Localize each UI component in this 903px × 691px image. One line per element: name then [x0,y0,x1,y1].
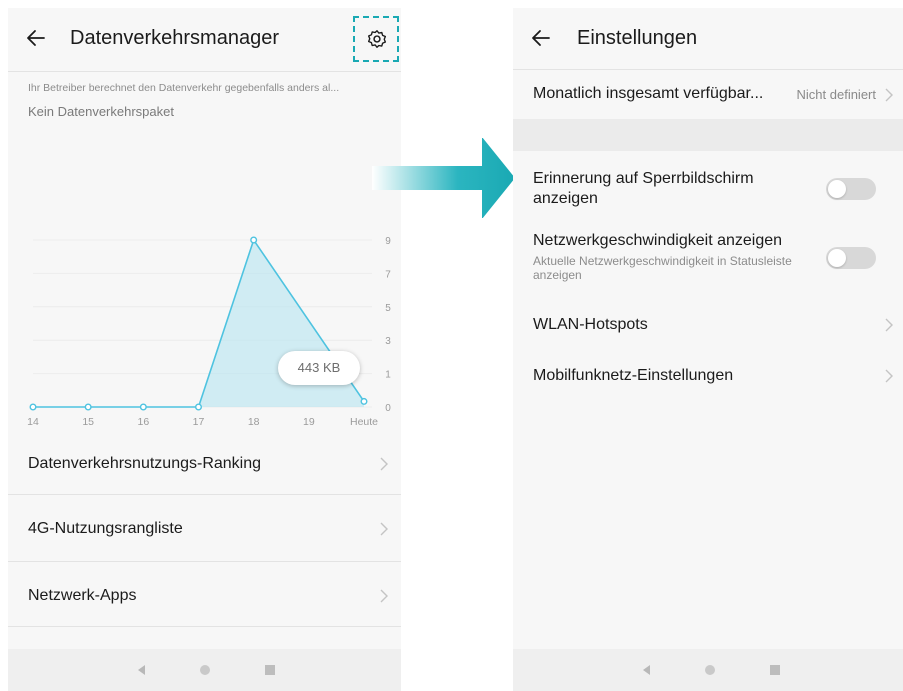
toggle-knob [828,180,846,198]
x-tick-label: 15 [82,416,94,428]
menu-item-label: 4G-Nutzungsrangliste [28,520,183,537]
network-speed-label: Netzwerkgeschwindigkeit anzeigen [533,232,783,249]
operator-note: Ihr Betreiber berechnet den Datenverkehr… [28,82,340,94]
lockscreen-reminder-label: Erinnerung auf Sperrbildschirm anzeigen [533,170,754,207]
chevron-right-icon [885,88,893,102]
y-tick-label: 0 [385,403,391,414]
lockscreen-reminder-row[interactable]: Erinnerung auf Sperrbildschirm anzeigen [513,151,903,226]
menu-item-ranking[interactable]: Datenverkehrsnutzungs-Ranking [8,432,401,494]
wlan-hotspots-row[interactable]: WLAN-Hotspots [513,301,903,351]
section-separator [513,119,903,151]
divider [8,71,401,72]
y-tick-label: 9 [385,236,391,247]
divider [8,626,401,627]
x-tick-label: 17 [193,416,205,428]
chart-point [84,403,92,411]
y-tick-label: 1 [385,370,391,381]
network-speed-toggle[interactable] [826,247,876,269]
chevron-right-icon [380,589,388,603]
mobile-network-settings-row[interactable]: Mobilfunknetz-Einstellungen [513,351,903,401]
nav-recent-icon[interactable] [265,665,275,675]
back-arrow-icon[interactable] [24,26,48,50]
settings-screen: Einstellungen Monatlich insgesamt verfüg… [513,8,903,691]
x-tick-label: 16 [137,416,149,428]
chart-point [194,403,202,411]
gear-icon [367,30,387,48]
chevron-right-icon [380,522,388,536]
mobile-network-settings-label: Mobilfunknetz-Einstellungen [533,367,734,384]
nav-back-icon[interactable] [643,665,650,675]
package-status: Kein Datenverkehrspaket [28,104,174,119]
menu-item-network-apps[interactable]: Netzwerk-Apps [8,562,401,626]
transition-arrow-icon [372,138,515,218]
usage-chart: 9 7 5 3 1 0 14 15 16 17 18 19 Heute 443 KB [8,218,401,433]
back-arrow-icon[interactable] [529,26,553,50]
x-tick-label: 14 [27,416,39,428]
nav-recent-icon[interactable] [770,665,780,675]
settings-button[interactable] [353,16,399,62]
menu-item-4g-ranking[interactable]: 4G-Nutzungsrangliste [8,495,401,561]
nav-back-icon[interactable] [138,665,145,675]
x-tick-label: Heute [350,416,378,428]
monthly-limit-value: Nicht definiert [796,87,876,102]
page-title: Einstellungen [577,27,698,49]
usage-tooltip: 443 KB [278,351,360,385]
chevron-right-icon [885,369,893,383]
page-title: Datenverkehrsmanager [70,27,279,49]
network-speed-sub: Aktuelle Netzwerkgeschwindigkeit in Stat… [533,254,792,282]
chevron-right-icon [380,457,388,471]
x-tick-label: 19 [303,416,315,428]
chevron-right-icon [885,318,893,332]
menu-item-label: Netzwerk-Apps [28,587,137,604]
chart-point [29,403,37,411]
toggle-knob [828,249,846,267]
y-tick-label: 3 [385,336,391,347]
system-nav-bar [8,649,401,691]
lockscreen-reminder-toggle[interactable] [826,178,876,200]
network-speed-row[interactable]: Netzwerkgeschwindigkeit anzeigen Aktuell… [513,226,903,301]
chart-point [139,403,147,411]
x-tick-label: 18 [248,416,260,428]
nav-home-icon[interactable] [200,665,210,675]
chart-point [250,236,258,244]
wlan-hotspots-label: WLAN-Hotspots [533,316,648,333]
monthly-limit-label: Monatlich insgesamt verfügbar... [533,85,764,102]
chart-point [360,397,368,405]
data-manager-screen: Datenverkehrsmanager Ihr Betreiber berec… [8,8,401,691]
y-tick-label: 5 [385,303,391,314]
usage-chart-svg: 9 7 5 3 1 0 14 15 16 17 18 19 Heute [27,236,391,428]
monthly-limit-row[interactable]: Monatlich insgesamt verfügbar... Nicht d… [513,70,903,119]
system-nav-bar [513,649,903,691]
menu-item-label: Datenverkehrsnutzungs-Ranking [28,455,262,472]
nav-home-icon[interactable] [705,665,715,675]
app-bar: Datenverkehrsmanager [8,8,401,68]
app-bar: Einstellungen [513,8,903,68]
y-tick-label: 7 [385,269,391,280]
